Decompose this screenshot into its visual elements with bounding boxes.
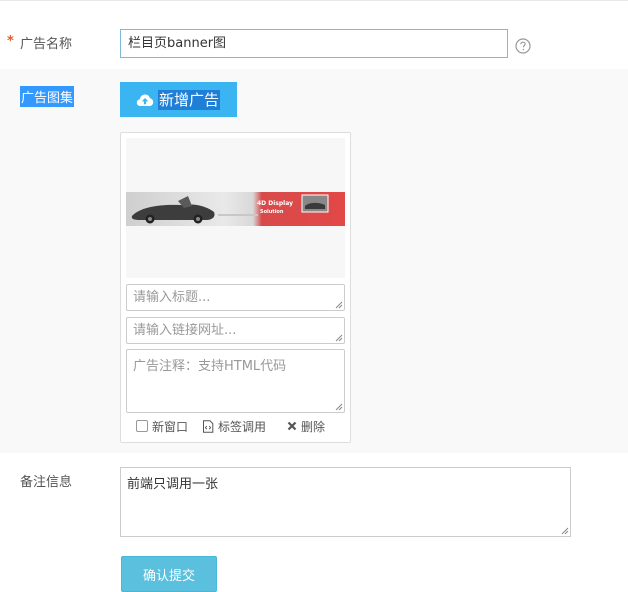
- ad-name-row: * 广告名称 栏目页banner图: [0, 1, 628, 69]
- new-window-checkbox[interactable]: 新窗口: [136, 418, 188, 435]
- ad-note-placeholder: 广告注释：支持HTML代码: [133, 359, 287, 374]
- ad-name-input[interactable]: 栏目页banner图: [120, 29, 508, 58]
- add-ad-button-label: 新增广告: [158, 89, 221, 110]
- tag-call-link[interactable]: 标签调用: [202, 418, 266, 435]
- remark-textarea[interactable]: 前端只调用一张: [120, 467, 571, 537]
- svg-text:Solution: Solution: [260, 209, 284, 215]
- ad-image-thumbnail[interactable]: 4D Display Solution: [126, 138, 345, 278]
- help-icon[interactable]: [515, 38, 531, 54]
- cloud-upload-icon: [136, 94, 154, 106]
- new-window-label: 新窗口: [152, 419, 189, 434]
- ad-title-input[interactable]: 请输入标题...: [126, 284, 345, 311]
- ad-gallery-row: 广告图集 新增广告 4D Display Solution 请输入标题... 请…: [0, 69, 628, 453]
- checkbox-box[interactable]: [136, 420, 148, 432]
- close-icon: [287, 421, 297, 431]
- submit-button[interactable]: 确认提交: [121, 556, 217, 592]
- ad-link-placeholder: 请输入链接网址...: [133, 323, 237, 338]
- resize-grip-icon[interactable]: [335, 403, 343, 411]
- resize-grip-icon[interactable]: [335, 301, 343, 309]
- ad-gallery-label: 广告图集: [20, 86, 75, 107]
- tag-call-label: 标签调用: [218, 419, 267, 434]
- ad-card: 4D Display Solution 请输入标题... 请输入链接网址... …: [120, 132, 351, 443]
- ad-note-textarea[interactable]: 广告注释：支持HTML代码: [126, 349, 345, 413]
- resize-grip-icon[interactable]: [335, 334, 343, 342]
- remark-label: 备注信息: [20, 475, 73, 490]
- ad-title-placeholder: 请输入标题...: [133, 290, 211, 305]
- delete-ad-link[interactable]: 删除: [287, 418, 325, 435]
- car-banner-image: 4D Display Solution: [126, 192, 345, 226]
- ad-link-input[interactable]: 请输入链接网址...: [126, 317, 345, 344]
- remark-value: 前端只调用一张: [127, 477, 219, 492]
- delete-label: 删除: [301, 419, 326, 434]
- banner-text: 4D Display: [257, 200, 293, 207]
- remark-row: 备注信息 前端只调用一张 确认提交: [0, 453, 628, 592]
- resize-grip-icon[interactable]: [561, 527, 569, 535]
- required-mark: *: [7, 34, 14, 49]
- ad-name-label: 广告名称: [20, 37, 73, 52]
- code-file-icon: [203, 419, 214, 433]
- add-ad-button[interactable]: 新增广告: [120, 82, 237, 117]
- ad-card-actions: 新窗口 标签调用 删除: [136, 418, 346, 434]
